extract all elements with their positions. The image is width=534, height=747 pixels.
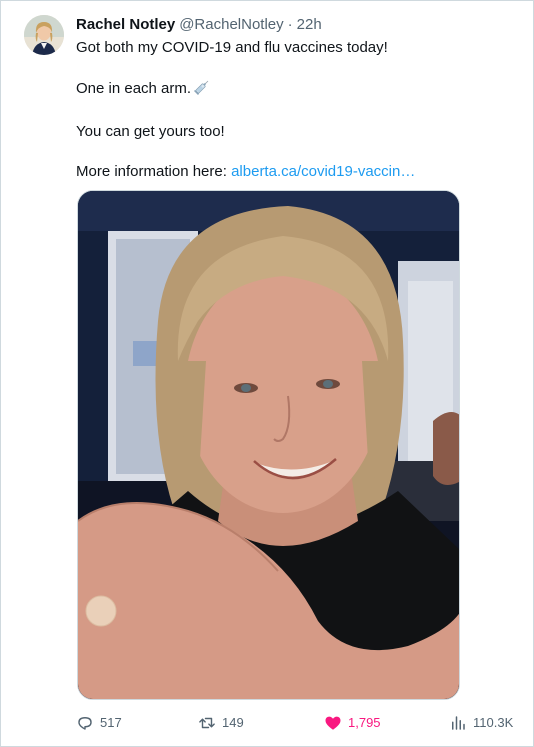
tweet-line: One in each arm.	[76, 78, 516, 102]
tweet-text: Got both my COVID-19 and flu vaccines to…	[76, 38, 516, 202]
reply-count: 517	[100, 715, 122, 730]
retweet-icon	[198, 714, 216, 732]
vaccine-info-link[interactable]: alberta.ca/covid19-vaccin…	[231, 163, 415, 180]
tweet-line: Got both my COVID-19 and flu vaccines to…	[76, 38, 516, 58]
retweet-button[interactable]: 149	[198, 713, 244, 733]
tweet-header: Rachel Notley @RachelNotley · 22h	[76, 15, 322, 35]
tweet-line: You can get yours too!	[76, 122, 516, 142]
like-count: 1,795	[348, 715, 381, 730]
views-count: 110.3K	[473, 715, 514, 730]
tweet-line-text: More information here:	[76, 163, 232, 180]
tweet-card[interactable]: Rachel Notley @RachelNotley · 22h Got both …	[0, 0, 534, 747]
author-avatar[interactable]	[24, 15, 64, 55]
header-separator: ·	[287, 16, 293, 33]
tweet-line-text: Got both my COVID-19 and flu vaccines to…	[76, 39, 388, 56]
author-name[interactable]: Rachel Notley	[76, 16, 175, 33]
tweet-line-text: One in each arm.	[76, 80, 192, 97]
author-handle[interactable]: @RachelNotley	[179, 16, 283, 33]
reply-button[interactable]: 517	[76, 713, 122, 733]
heart-icon	[324, 714, 342, 732]
tweet-line-text: You can get yours too!	[76, 123, 225, 140]
views-button[interactable]: 110.3K	[449, 713, 513, 733]
tweet-timestamp[interactable]: 22h	[297, 16, 322, 33]
tweet-photo[interactable]	[77, 190, 460, 700]
views-chart-icon	[449, 714, 467, 732]
tweet-line: More information here: alberta.ca/covid1…	[76, 162, 516, 182]
tweet-actions: 517 149 1,795 110.3K	[76, 713, 516, 733]
like-button[interactable]: 1,795	[324, 713, 381, 733]
syringe-icon	[193, 78, 211, 102]
retweet-count: 149	[222, 715, 244, 730]
reply-icon	[76, 714, 94, 732]
